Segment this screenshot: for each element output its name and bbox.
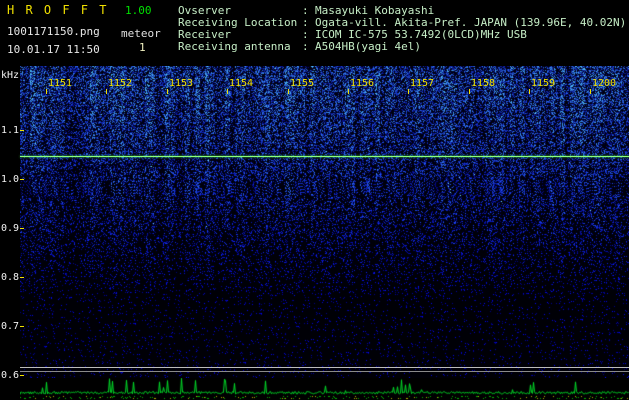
output-filename: 1001171150.png (7, 25, 100, 38)
time-tick-label: 1153 (169, 78, 194, 89)
meteor-count: 1 (139, 41, 146, 54)
time-tick-mark (590, 89, 591, 94)
y-tick-mark (20, 375, 24, 376)
interference-line (20, 367, 629, 368)
y-tick-label: 1.0 (1, 174, 20, 185)
time-tick-mark (469, 89, 470, 94)
y-tick-label: 1.1 (1, 125, 20, 136)
app-version: 1.00 (125, 4, 152, 17)
y-tick-mark (20, 277, 24, 278)
time-tick-label: 1156 (350, 78, 375, 89)
time-tick-label: 1158 (471, 78, 496, 89)
time-tick-mark (227, 89, 228, 94)
datetime-stamp: 10.01.17 11:50 (7, 43, 100, 56)
interference-line (20, 371, 629, 372)
mode-label: meteor (121, 27, 161, 40)
y-tick-mark (20, 179, 24, 180)
time-tick-mark (408, 89, 409, 94)
station-info: Ovserver: Masayuki Kobayashi Receiving Lo… (178, 5, 626, 53)
time-tick-label: 1152 (108, 78, 133, 89)
y-axis-unit: kHz (1, 70, 20, 81)
time-tick-mark (167, 89, 168, 94)
time-tick-mark (348, 89, 349, 94)
y-tick-mark (20, 326, 24, 327)
hrofft-window: H R O F F T 1.00 1001171150.png meteor 1… (0, 0, 629, 400)
info-separator: : (302, 40, 309, 53)
time-tick-label: 1200 (592, 78, 617, 89)
app-title: H R O F F T (7, 3, 109, 17)
time-tick-label: 1159 (531, 78, 556, 89)
info-label: Receiving antenna (178, 40, 291, 53)
carrier-signal-line (20, 156, 629, 157)
time-tick-mark (529, 89, 530, 94)
time-tick-mark (46, 89, 47, 94)
y-tick-mark (20, 130, 24, 131)
time-tick-label: 1154 (229, 78, 254, 89)
y-tick-label: 0.8 (1, 272, 20, 283)
info-value: A504HB(yagi 4el) (315, 40, 421, 53)
y-tick-label: 0.6 (1, 370, 20, 381)
signal-level-canvas (20, 378, 629, 400)
spectrogram-canvas (20, 66, 629, 378)
info-row-antenna: Receiving antenna: A504HB(yagi 4el) (178, 41, 626, 53)
y-tick-label: 0.7 (1, 321, 20, 332)
y-tick-mark (20, 228, 24, 229)
y-tick-label: 0.9 (1, 223, 20, 234)
time-tick-mark (288, 89, 289, 94)
time-tick-label: 1155 (290, 78, 315, 89)
time-tick-label: 1157 (410, 78, 435, 89)
time-tick-label: 1151 (48, 78, 73, 89)
time-tick-mark (106, 89, 107, 94)
